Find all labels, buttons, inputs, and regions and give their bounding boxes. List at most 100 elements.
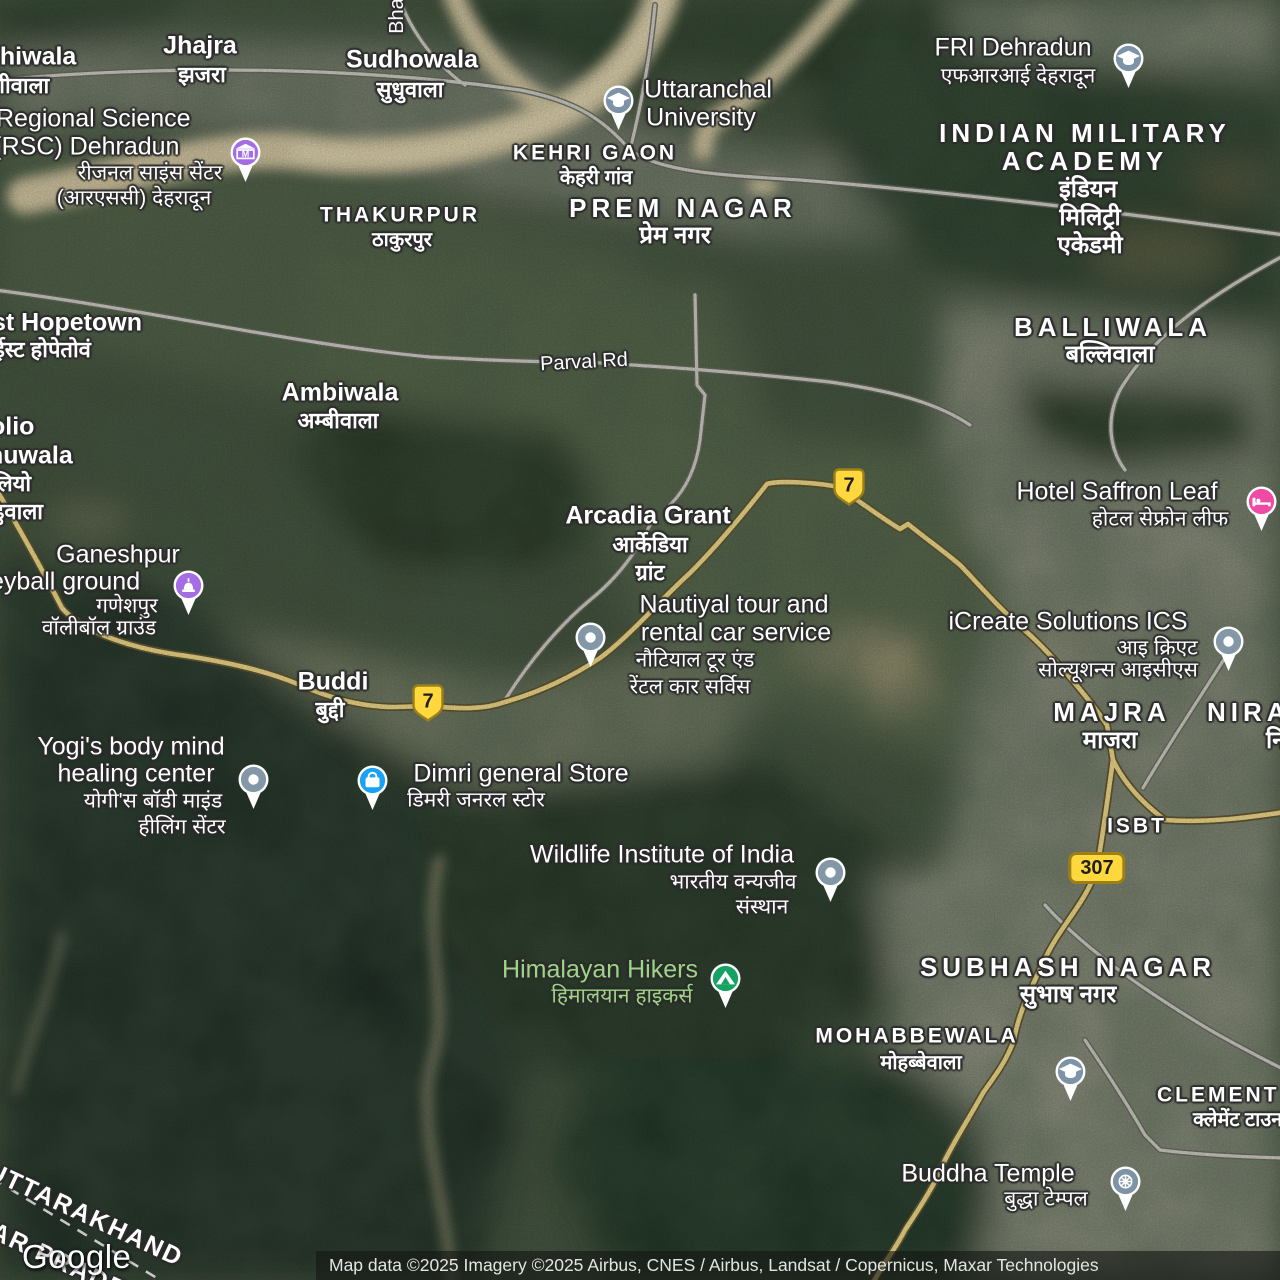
label-majra-hindi[interactable]: माजरा — [1083, 729, 1137, 753]
label-majra[interactable]: MAJRA — [1053, 699, 1170, 725]
label-ima-hindi2[interactable]: मिलिट्री — [1059, 206, 1120, 230]
route-badge-7-buddi: 7 — [409, 683, 447, 728]
label-dimri-store[interactable]: Dimri general Store — [413, 762, 628, 787]
label-mohabbewala[interactable]: MOHABBEWALA — [815, 1026, 1018, 1047]
label-prem-nagar[interactable]: PREM NAGAR — [569, 195, 797, 221]
svg-text:7: 7 — [843, 475, 854, 497]
label-hotel-saffron-hindi[interactable]: होटल सेफ्रोन लीफ — [1092, 509, 1228, 530]
store-pin-dimri[interactable] — [354, 764, 391, 811]
label-buddi-hindi[interactable]: बुद्दी — [316, 699, 345, 721]
label-himalayan-hikers-hindi[interactable]: हिमालयान हाइकर्स — [551, 986, 692, 1007]
label-buddha-temple-hindi[interactable]: बुद्धा टेम्पल — [1004, 1189, 1088, 1210]
svg-text:7: 7 — [422, 691, 433, 713]
place-pin-yogis[interactable] — [235, 763, 272, 810]
label-icreate-hindi2[interactable]: सोल्यूशन्स आइसीएस — [1038, 660, 1198, 681]
label-nira-hindi-partial[interactable]: नि — [1266, 729, 1280, 753]
temple-pin-buddha[interactable] — [1107, 1165, 1144, 1212]
label-yogis-line1[interactable]: Yogi's body mind — [37, 735, 224, 760]
label-ima-line2[interactable]: ACADEMY — [1002, 148, 1168, 174]
label-subhash-nagar[interactable]: SUBHASH NAGAR — [920, 954, 1216, 980]
label-dimri-store-hindi[interactable]: डिमरी जनरल स्टोर — [407, 790, 545, 811]
label-clement-town-partial[interactable]: CLEMENT TOWN — [1157, 1085, 1280, 1106]
label-buddi[interactable]: Buddi — [298, 670, 369, 695]
label-subhash-nagar-hindi[interactable]: सुभाष नगर — [1020, 983, 1117, 1007]
label-regional-science-line2[interactable]: r (RSC) Dehradun — [0, 135, 179, 160]
label-prem-nagar-hindi[interactable]: प्रेम नगर — [639, 224, 710, 248]
label-yogis-line2[interactable]: healing center — [57, 762, 214, 787]
label-mohabbewala-hindi[interactable]: मोहब्बेवाला — [880, 1053, 961, 1073]
label-nira-partial[interactable]: NIRA — [1207, 699, 1280, 725]
label-uttaranchal-line2[interactable]: University — [646, 106, 756, 131]
university-pin-uttaranchal[interactable] — [600, 84, 637, 131]
label-fri-dehradun-hindi[interactable]: एफआरआई देहरादून — [941, 66, 1096, 87]
label-volleyball-ground-partial[interactable]: eyball ground — [0, 570, 140, 595]
label-arcadia-hindi2[interactable]: ग्रांट — [635, 562, 664, 584]
label-olio-partial[interactable]: olio — [0, 415, 34, 440]
label-liyo-hindi-partial[interactable]: लियो — [0, 473, 31, 495]
route-badge-307-text: 307 — [1068, 852, 1125, 884]
label-thakurpur[interactable]: THAKURPUR — [320, 205, 480, 226]
label-uttaranchal-line1[interactable]: Uttaranchal — [644, 78, 772, 103]
label-isbt[interactable]: ISBT — [1107, 816, 1167, 837]
hotel-pin-saffron-leaf[interactable] — [1243, 485, 1280, 532]
label-kehri-gaon[interactable]: KEHRI GAON — [513, 143, 677, 164]
university-pin-fri[interactable] — [1110, 42, 1147, 89]
label-icreate[interactable]: iCreate Solutions ICS — [948, 610, 1187, 635]
label-buddha-temple[interactable]: Buddha Temple — [901, 1162, 1074, 1187]
label-kehri-gaon-hindi[interactable]: केहरी गांव — [560, 168, 632, 188]
label-ganeshpur-hindi1[interactable]: गणेशपुर — [96, 596, 158, 617]
label-nautiyal-hindi1[interactable]: नौटियाल टूर एंड — [636, 650, 755, 671]
temple-pin-ganeshpur[interactable] — [170, 569, 207, 616]
label-jhajra[interactable]: Jhajra — [163, 34, 237, 59]
place-pin-nautiyal[interactable] — [572, 621, 609, 668]
school-pin-subhash-nagar[interactable] — [1052, 1055, 1089, 1102]
label-hotel-saffron-leaf[interactable]: Hotel Saffron Leaf — [1016, 480, 1217, 505]
label-nautiyal-line1[interactable]: Nautiyal tour and — [639, 593, 828, 618]
label-yogis-hindi1[interactable]: योगी'स बॉडी माइंड — [84, 791, 222, 812]
label-fri-dehradun[interactable]: FRI Dehradun — [934, 36, 1091, 61]
label-ima-hindi1[interactable]: इंडियन — [1059, 178, 1117, 202]
label-east-hopetown-partial[interactable]: st Hopetown — [0, 311, 142, 336]
label-parval-rd: Parval Rd — [540, 350, 629, 375]
label-nautiyal-line2[interactable]: rental car service — [641, 621, 831, 646]
google-logo[interactable]: Google — [22, 1238, 131, 1276]
label-ganeshpur-line1[interactable]: Ganeshpur — [56, 543, 180, 568]
place-pin-wildlife-institute[interactable] — [812, 856, 849, 903]
label-arcadia-hindi1[interactable]: आर्केडिया — [612, 534, 687, 556]
campground-pin-himalayan-hikers[interactable] — [707, 962, 744, 1009]
label-wildlife-hindi1[interactable]: भारतीय वन्यजीव — [670, 872, 797, 893]
museum-pin-rsc[interactable]: M — [227, 136, 264, 183]
label-shiwala-partial[interactable]: shiwala — [0, 45, 76, 70]
label-ambiwala-hindi[interactable]: अम्बीवाला — [298, 410, 379, 432]
label-balliwala-hindi[interactable]: बल्लिवाला — [1065, 343, 1154, 367]
label-ganeshpur-hindi2[interactable]: वॉलीबॉल ग्राउंड — [42, 618, 156, 639]
label-sudhowala[interactable]: Sudhowala — [346, 48, 478, 73]
label-east-hopetown-hindi[interactable]: ईस्ट होपेतोवं — [0, 339, 91, 361]
label-ambiwala[interactable]: Ambiwala — [282, 381, 399, 406]
label-thakurpur-hindi[interactable]: ठाकुरपुर — [372, 230, 432, 250]
label-balliwala[interactable]: BALLIWALA — [1014, 314, 1212, 340]
label-icreate-hindi1[interactable]: आइ क्रिएट — [1116, 638, 1197, 659]
label-ima-line1[interactable]: INDIAN MILITARY — [939, 120, 1231, 146]
label-yogis-hindi2[interactable]: हीलिंग सेंटर — [138, 817, 225, 838]
label-rsc-hindi2[interactable]: (आरएससी) देहरादून — [57, 188, 211, 209]
place-pin-icreate[interactable] — [1210, 625, 1247, 672]
label-rsc-hindi1[interactable]: रीजनल साइंस सेंटर — [78, 163, 223, 184]
label-clement-town-hindi[interactable]: क्लेमेंट टाउन — [1193, 1110, 1280, 1130]
label-huwala-partial[interactable]: huwala — [0, 444, 73, 469]
label-wildlife-institute[interactable]: Wildlife Institute of India — [530, 843, 794, 868]
label-wildlife-hindi2[interactable]: संस्थान — [736, 897, 788, 918]
label-regional-science-line1[interactable]: Regional Science — [0, 107, 191, 132]
label-arcadia-grant[interactable]: Arcadia Grant — [565, 504, 730, 529]
label-himalayan-hikers[interactable]: Himalayan Hikers — [502, 958, 698, 983]
google-maps-satellite-view[interactable]: Google Map data ©2025 Imagery ©2025 Airb… — [0, 0, 1280, 1280]
route-badge-307: 307 — [1068, 852, 1125, 884]
label-dhuwala-hindi-partial[interactable]: ढुवाला — [0, 501, 43, 523]
label-nautiyal-hindi2[interactable]: रेंटल कार सर्विस — [630, 677, 751, 698]
attribution-text: Map data ©2025 Imagery ©2025 Airbus, CNE… — [316, 1255, 1099, 1276]
label-shiwala-hindi[interactable]: शीवाला — [0, 75, 49, 97]
label-ima-hindi3[interactable]: एकेडमी — [1057, 234, 1122, 258]
label-jhajra-hindi[interactable]: झजरा — [178, 64, 226, 86]
route-badge-7-north: 7 — [830, 467, 868, 512]
label-sudhowala-hindi[interactable]: सुधुवाला — [377, 79, 444, 101]
